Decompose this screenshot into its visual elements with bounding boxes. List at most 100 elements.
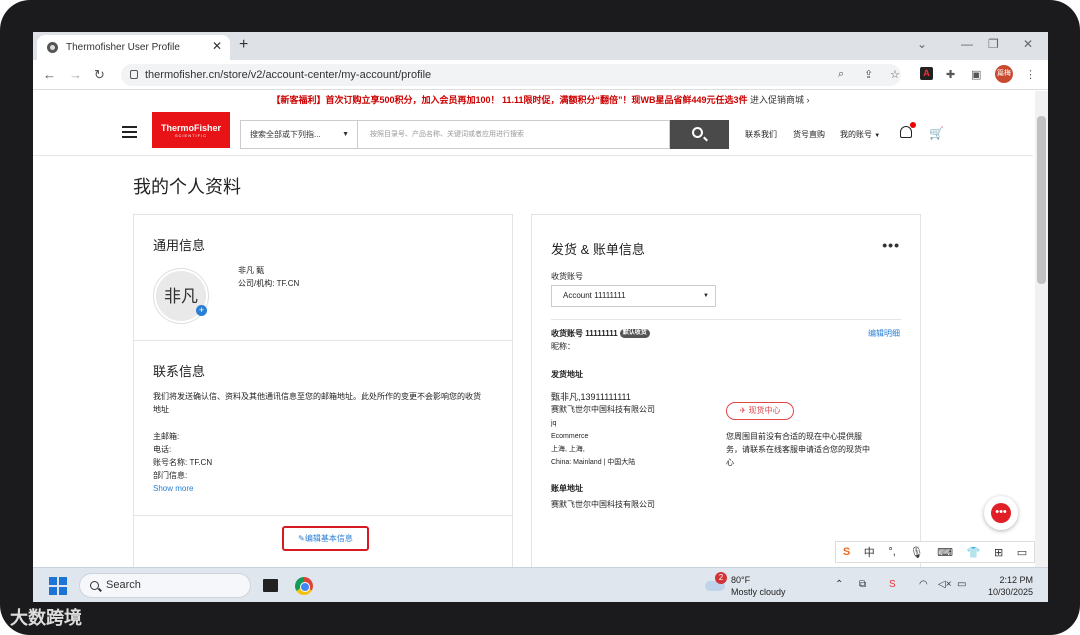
restore-down-icon[interactable]: — <box>961 37 973 51</box>
taskbar: Search 2 80°F Mostly cloudy ⌃ ⧉ S ◠ ◁× ▭… <box>33 567 1048 602</box>
divider <box>551 319 901 320</box>
search-input[interactable]: 按照目录号、产品名称、关键词或者应用进行搜索 <box>358 120 670 149</box>
clock[interactable]: 2:12 PM 10/30/2025 <box>983 574 1033 598</box>
ime-chinese-mode[interactable]: 中 <box>864 544 875 560</box>
quick-order-link[interactable]: 货号直购 <box>793 129 825 140</box>
search-button[interactable] <box>670 120 729 149</box>
forward-icon[interactable]: → <box>69 67 82 82</box>
more-options-icon[interactable]: ••• <box>882 237 900 253</box>
reload-icon[interactable]: ↻ <box>94 67 105 83</box>
address-name: 甄非凡,13911111111 <box>551 392 631 402</box>
microphone-icon[interactable]: 🎙 <box>910 546 924 559</box>
my-account-menu[interactable]: 我的账号 ▼ <box>840 129 880 140</box>
account-select[interactable]: Account 11111111 ▼ <box>551 285 716 307</box>
cart-icon[interactable]: 🛒 <box>929 126 944 140</box>
sogou-icon[interactable]: S <box>843 546 850 558</box>
browser-menu-icon[interactable]: ⋮ <box>1025 68 1036 81</box>
windows-start-icon[interactable] <box>49 577 67 595</box>
favicon-icon <box>47 42 58 53</box>
add-photo-icon[interactable]: + <box>196 305 207 316</box>
taskbar-search-label: Search <box>106 579 141 591</box>
stock-center-button[interactable]: ✈ 现货中心 <box>726 402 794 420</box>
device-frame: Thermofisher User Profile ✕ + ⌄ — ❐ ✕ ← … <box>0 0 1080 635</box>
stock-desc-1: 您周围目前没有合适的现在中心提供服 <box>726 432 862 441</box>
battery-icon[interactable]: ▭ <box>957 579 966 590</box>
chevron-down-icon: ▼ <box>342 131 349 138</box>
account-select-value: Account 11111111 <box>563 291 626 300</box>
task-view-icon[interactable] <box>263 579 278 592</box>
back-icon[interactable]: ← <box>43 67 56 82</box>
url-field[interactable]: thermofisher.cn/store/v2/account-center/… <box>121 64 901 86</box>
new-tab-icon[interactable]: + <box>239 36 248 54</box>
time: 2:12 PM <box>999 575 1033 585</box>
general-info-title: 通用信息 <box>153 238 206 253</box>
temperature: 80°F <box>731 575 751 585</box>
show-more-link[interactable]: Show more <box>153 483 193 495</box>
stock-desc-2: 务，请联系在线客服申请适合您的现货中 <box>726 445 870 454</box>
default-badge: 默认收货 <box>619 329 650 339</box>
logo-subtext: SCIENTIFIC <box>174 133 208 138</box>
close-tab-icon[interactable]: ✕ <box>212 39 222 53</box>
sogou-tray-icon[interactable]: S <box>889 579 896 590</box>
site-header: ThermoFisher SCIENTIFIC 搜索全部或下列指... ▼ 按照… <box>33 110 1033 156</box>
hamburger-menu-icon[interactable] <box>122 126 137 138</box>
thermofisher-logo[interactable]: ThermoFisher SCIENTIFIC <box>152 112 230 148</box>
taskbar-search[interactable]: Search <box>79 573 251 598</box>
category-select[interactable]: 搜索全部或下列指... ▼ <box>240 120 358 149</box>
notification-bell-icon[interactable] <box>900 122 916 138</box>
promo-text: 【新客福利】首次订购立享500积分，加入会员再加100！ 11.11限时促，满额… <box>271 95 748 105</box>
shipping-billing-title: 发货 & 账单信息 <box>551 242 645 257</box>
contact-info-title: 联系信息 <box>153 364 206 379</box>
tab-title: Thermofisher User Profile <box>66 42 180 53</box>
chrome-icon[interactable] <box>295 577 313 595</box>
grid-icon[interactable]: ⊞ <box>994 546 1003 559</box>
stock-center-label: 现货中心 <box>748 406 781 415</box>
browser-tab[interactable]: Thermofisher User Profile ✕ <box>37 35 230 60</box>
share-icon[interactable]: ⇪ <box>864 68 873 81</box>
watermark: 大数跨境 <box>10 608 82 628</box>
edit-basic-info-label: 编辑基本信息 <box>304 534 353 543</box>
page-scrollbar[interactable] <box>1035 91 1048 567</box>
department-row: 部门信息: <box>153 471 188 480</box>
skin-icon[interactable]: 👕 <box>967 546 981 559</box>
side-panel-icon[interactable]: ▣ <box>971 68 981 81</box>
edit-details-link[interactable]: 编辑明细 <box>868 328 900 340</box>
chevron-up-icon[interactable]: ⌃ <box>835 579 843 590</box>
zoom-icon[interactable]: ⌕ <box>838 68 844 81</box>
bookmark-star-icon[interactable]: ☆ <box>890 68 900 81</box>
minimize-icon[interactable]: ⌄ <box>917 37 927 51</box>
divider <box>134 515 512 516</box>
promo-link[interactable]: 进入促销商城 › <box>748 95 810 105</box>
edit-basic-info-button[interactable]: ✎编辑基本信息 <box>282 526 369 551</box>
close-window-icon[interactable]: ✕ <box>1023 37 1033 51</box>
pencil-icon: ✎ <box>298 534 305 543</box>
wifi-icon[interactable]: ◠ <box>919 579 928 590</box>
page-title: 我的个人资料 <box>133 177 241 197</box>
address-line-3: 上海, 上海, <box>551 446 585 453</box>
chat-bubble-icon: ••• <box>991 503 1011 523</box>
chat-button[interactable]: ••• <box>984 496 1018 530</box>
address-line-1: jq <box>551 420 557 427</box>
ship-account-number: 收货账号 11111111 <box>551 329 618 338</box>
profile-avatar[interactable]: 篇梅 <box>995 65 1013 83</box>
ime-punctuation[interactable]: °, <box>888 546 895 558</box>
tray-app-icon[interactable]: ⧉ <box>859 579 866 590</box>
lock-icon <box>130 70 138 79</box>
extension-icon[interactable]: A <box>920 67 933 80</box>
extensions-puzzle-icon[interactable]: ✚ <box>946 68 955 81</box>
billing-company: 赛默飞世尔中国科技有限公司 <box>551 500 655 509</box>
weather-badge: 2 <box>715 572 727 584</box>
account-name-row: 账号名称: TF.CN <box>153 458 213 467</box>
contact-us-link[interactable]: 联系我们 <box>745 129 777 140</box>
scroll-thumb[interactable] <box>1037 116 1046 284</box>
toolbox-icon[interactable]: ▭ <box>1017 546 1027 559</box>
ship-account-label: 收货账号 <box>551 272 583 281</box>
contact-desc-line2: 地址 <box>153 405 169 414</box>
promo-banner[interactable]: 【新客福利】首次订购立享500积分，加入会员再加100！ 11.11限时促，满额… <box>33 91 1048 109</box>
keyboard-icon[interactable]: ⌨ <box>937 546 953 559</box>
maximize-icon[interactable]: ❐ <box>988 37 999 51</box>
weather-condition: Mostly cloudy <box>731 587 786 597</box>
category-select-label: 搜索全部或下列指... <box>250 130 321 139</box>
phone-row: 电话: <box>153 445 172 454</box>
volume-icon[interactable]: ◁× <box>938 579 952 590</box>
